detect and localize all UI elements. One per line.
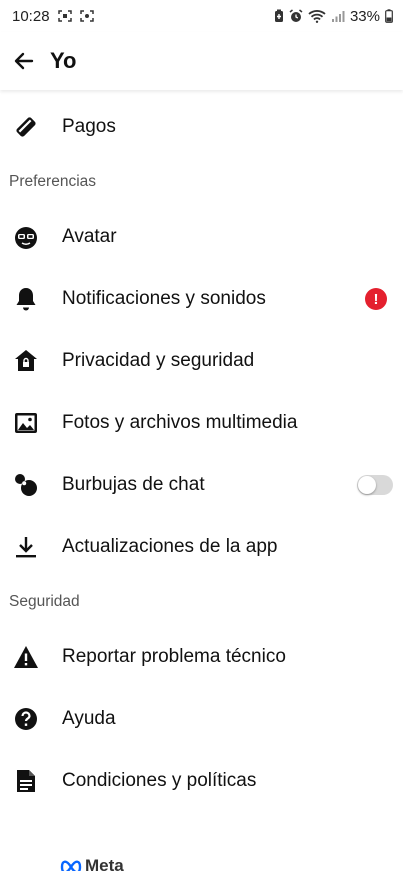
menu-item-label: Notificaciones y sonidos: [62, 288, 266, 309]
menu-item-burbujas[interactable]: Burbujas de chat: [0, 454, 403, 516]
meta-brand-text: Meta: [85, 856, 124, 875]
menu-item-pagos[interactable]: Pagos: [0, 96, 403, 158]
chat-bubbles-toggle[interactable]: [357, 475, 393, 495]
menu-item-avatar[interactable]: Avatar: [0, 206, 403, 268]
screenshot-icon: [57, 10, 72, 22]
battery-icon: [385, 9, 393, 23]
arrow-left-icon: [14, 52, 34, 70]
menu-item-condiciones[interactable]: Condiciones y políticas: [0, 750, 403, 812]
menu-item-label: Pagos: [62, 116, 116, 137]
section-header-seguridad: Seguridad: [9, 593, 80, 610]
menu-item-label: Fotos y archivos multimedia: [62, 412, 298, 433]
payment-tag-icon: [12, 113, 40, 141]
section-header-preferencias: Preferencias: [9, 173, 97, 190]
chat-bubbles-icon: [12, 471, 40, 499]
menu-item-label: Condiciones y políticas: [62, 770, 257, 791]
signal-icon: [331, 9, 345, 23]
screen-record-icon: [79, 10, 94, 22]
download-icon: [12, 533, 40, 561]
menu-item-reportar[interactable]: Reportar problema técnico: [0, 626, 403, 688]
meta-footer: Meta: [60, 855, 124, 877]
app-bar: Yo: [0, 32, 403, 90]
status-time: 10:28: [12, 7, 50, 25]
menu-item-ayuda[interactable]: Ayuda: [0, 688, 403, 750]
help-icon: [12, 705, 40, 733]
alarm-icon: [289, 9, 303, 23]
avatar-icon: [12, 223, 40, 251]
menu-item-label: Reportar problema técnico: [62, 646, 286, 667]
home-lock-icon: [12, 347, 40, 375]
menu-item-fotos[interactable]: Fotos y archivos multimedia: [0, 392, 403, 454]
meta-logo-icon: [60, 856, 82, 876]
menu-item-notificaciones[interactable]: Notificaciones y sonidos !: [0, 268, 403, 330]
alert-badge: !: [365, 288, 387, 310]
warning-icon: [12, 643, 40, 671]
menu-item-label: Burbujas de chat: [62, 474, 205, 495]
document-icon: [12, 767, 40, 795]
menu-item-label: Avatar: [62, 226, 117, 247]
menu-item-privacidad[interactable]: Privacidad y seguridad: [0, 330, 403, 392]
wifi-icon: [308, 9, 326, 23]
bell-icon: [12, 285, 40, 313]
page-title: Yo: [50, 48, 77, 73]
back-button[interactable]: [2, 39, 46, 83]
menu-item-label: Actualizaciones de la app: [62, 536, 278, 557]
battery-percent: 33%: [349, 7, 380, 25]
menu-item-label: Ayuda: [62, 708, 116, 729]
photo-icon: [12, 409, 40, 437]
battery-saver-icon: [274, 9, 284, 23]
toggle-knob: [358, 476, 376, 494]
menu-item-label: Privacidad y seguridad: [62, 350, 255, 371]
menu-item-actualizaciones[interactable]: Actualizaciones de la app: [0, 516, 403, 578]
status-bar: 10:28 33%: [0, 0, 403, 32]
